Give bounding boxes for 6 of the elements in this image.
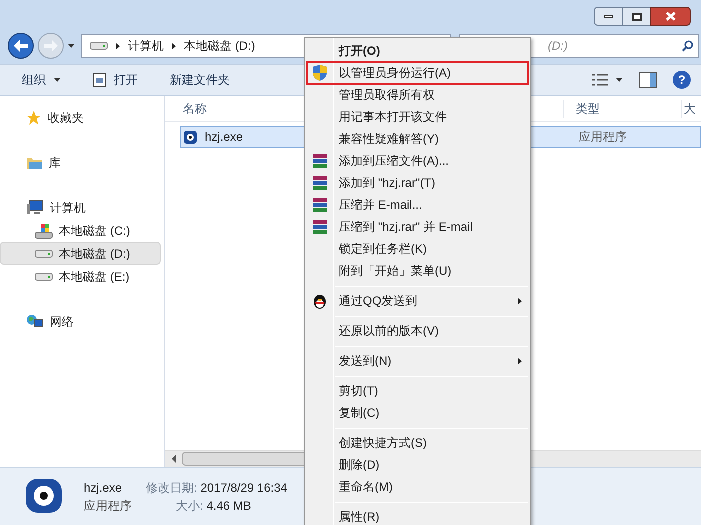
detail-name: hzj.exe <box>84 480 124 496</box>
detail-size: 大小: 4.46 MB <box>175 498 252 514</box>
detail-type: 应用程序 <box>84 498 132 514</box>
detail-modified: 修改日期: 2017/8/29 16:34 <box>146 480 288 496</box>
file-name: hzj.exe <box>205 129 244 146</box>
file-type: 应用程序 <box>578 129 627 146</box>
